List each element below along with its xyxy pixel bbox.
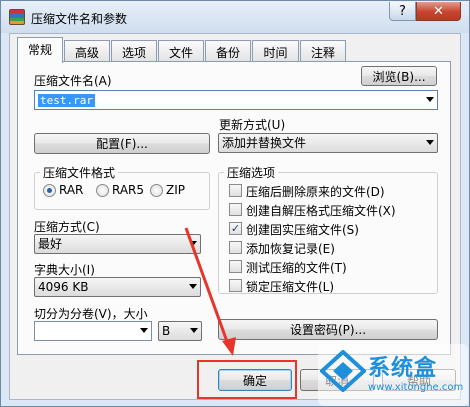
tab-label: 选项	[121, 46, 146, 60]
watermark-logo-icon	[320, 350, 366, 392]
lock-archive-label: 锁定压缩文件(L)	[246, 280, 335, 294]
archiving-options-title: 压缩选项	[224, 164, 279, 181]
archive-name-combobox[interactable]: test.rar	[34, 90, 438, 110]
split-unit-value: B	[162, 324, 171, 338]
format-radio-zip[interactable]	[150, 184, 163, 197]
window-title: 压缩文件名和参数	[31, 12, 128, 26]
tab-label: 常规	[27, 43, 52, 57]
update-mode-label: 更新方式(U)	[219, 118, 286, 132]
chevron-down-icon[interactable]	[189, 241, 197, 246]
split-label: 切分为分卷(V)，大小	[34, 307, 148, 321]
chevron-down-icon[interactable]	[426, 97, 434, 102]
split-unit-select[interactable]: B	[158, 321, 202, 341]
tab-files[interactable]: 文件	[158, 40, 204, 61]
update-mode-select[interactable]: 添加并替换文件	[218, 133, 438, 153]
recovery-record-checkbox[interactable]	[229, 241, 242, 254]
solid-archive-checkbox[interactable]: ✓	[229, 222, 242, 235]
format-radio-rar5[interactable]	[96, 184, 109, 197]
lock-archive-checkbox[interactable]	[229, 279, 242, 292]
archive-name-label: 压缩文件名(A)	[34, 74, 112, 88]
archive-format-title: 压缩文件格式	[40, 164, 119, 181]
tab-label: 时间	[263, 46, 288, 60]
tab-label: 文件	[168, 46, 193, 60]
dictionary-select[interactable]: 4096 KB	[34, 277, 201, 297]
tab-label: 注释	[310, 46, 335, 60]
checkmark-icon: ✓	[230, 222, 241, 235]
tab-label: 备份	[215, 46, 240, 60]
solid-archive-label: 创建固实压缩文件(S)	[246, 223, 359, 237]
title-close-button[interactable]: ✕	[416, 2, 461, 21]
delete-after-label: 压缩后删除原来的文件(D)	[246, 185, 385, 199]
tab-general[interactable]: 常规	[17, 37, 63, 63]
chevron-down-icon[interactable]	[189, 284, 197, 289]
winrar-app-icon	[9, 9, 25, 25]
method-value: 最好	[38, 237, 63, 251]
watermark-url: www.xitonghe.com	[368, 382, 464, 393]
sfx-label: 创建自解压格式压缩文件(X)	[246, 204, 396, 218]
help-icon: ?	[399, 3, 406, 19]
recovery-record-label: 添加恢复记录(E)	[246, 242, 335, 256]
chevron-down-icon[interactable]	[190, 328, 198, 333]
tab-options[interactable]: 选项	[111, 40, 157, 61]
tab-label: 高级	[74, 46, 99, 60]
ok-button[interactable]: 确定	[218, 369, 292, 391]
archive-name-input[interactable]: test.rar	[38, 94, 95, 107]
method-select[interactable]: 最好	[34, 234, 201, 254]
tab-comment[interactable]: 注释	[300, 40, 346, 61]
title-help-button[interactable]: ?	[389, 2, 416, 21]
tab-time[interactable]: 时间	[252, 40, 299, 61]
title-bar[interactable]: 压缩文件名和参数 ? ✕	[1, 1, 469, 33]
test-files-label: 测试压缩的文件(T)	[246, 261, 347, 275]
split-size-combobox[interactable]	[34, 321, 152, 341]
test-files-checkbox[interactable]	[229, 260, 242, 273]
format-label-rar5: RAR5	[112, 183, 145, 197]
dictionary-label: 字典大小(I)	[34, 263, 95, 277]
tab-backup[interactable]: 备份	[205, 40, 251, 61]
close-icon: ✕	[433, 3, 444, 19]
sfx-checkbox[interactable]	[229, 203, 242, 216]
format-radio-rar[interactable]	[43, 184, 56, 197]
method-label: 压缩方式(C)	[34, 220, 100, 234]
delete-after-checkbox[interactable]	[229, 184, 242, 197]
profiles-button[interactable]: 配置(F)...	[34, 133, 210, 154]
format-label-zip: ZIP	[166, 183, 185, 197]
watermark-text: 系统盒	[368, 356, 438, 381]
browse-button[interactable]: 浏览(B)...	[361, 66, 437, 86]
update-mode-value: 添加并替换文件	[222, 136, 307, 150]
set-password-button[interactable]: 设置密码(P)...	[218, 319, 438, 340]
chevron-down-icon[interactable]	[426, 140, 434, 145]
chevron-down-icon[interactable]	[140, 328, 148, 333]
watermark: 系统盒 www.xitonghe.com	[318, 344, 468, 406]
tab-advanced[interactable]: 高级	[64, 40, 110, 61]
format-label-rar: RAR	[59, 183, 84, 197]
dictionary-value: 4096 KB	[38, 280, 89, 294]
